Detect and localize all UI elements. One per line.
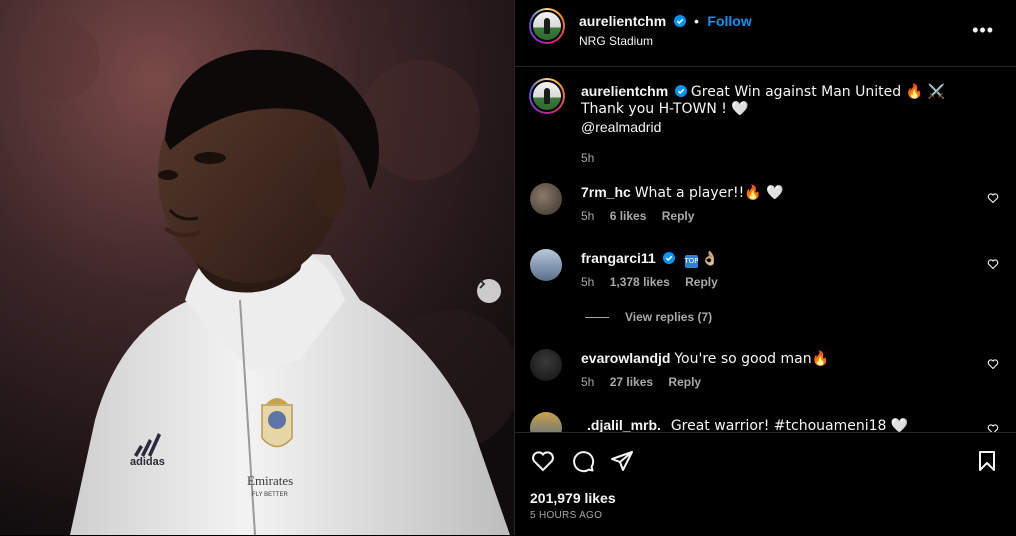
comment-item: evarowlandjd You're so good man🔥 5h 27 l… bbox=[515, 345, 1016, 395]
next-image-button[interactable] bbox=[477, 279, 501, 303]
comment-username[interactable]: 7rm_hc bbox=[581, 184, 631, 200]
comment-likes[interactable]: 6 likes bbox=[610, 209, 647, 223]
comment-text: Great warrior! #tchouameni18 🤍 bbox=[670, 418, 909, 432]
post-header: aurelientchm • Follow NRG Stadium ••• bbox=[515, 0, 1016, 67]
caption-time: 5h bbox=[581, 151, 595, 165]
post-photo: adidas Emirates FLY BETTER bbox=[0, 0, 514, 535]
comment-time: 5h bbox=[581, 375, 595, 389]
author-avatar[interactable] bbox=[529, 8, 565, 44]
like-heart-icon[interactable] bbox=[531, 449, 555, 473]
reply-button[interactable]: Reply bbox=[662, 209, 695, 223]
comment-text: What a player!!🔥 🤍 bbox=[634, 185, 784, 201]
player-photo-illustration: adidas Emirates FLY BETTER bbox=[0, 0, 514, 535]
comment-likes[interactable]: 1,378 likes bbox=[610, 275, 670, 289]
post-sidebar: aurelientchm • Follow NRG Stadium ••• au… bbox=[514, 0, 1016, 535]
like-comment-heart-icon[interactable] bbox=[987, 358, 999, 370]
likes-count[interactable]: 201,979 likes bbox=[530, 490, 616, 506]
share-paper-plane-icon[interactable] bbox=[610, 449, 634, 473]
post-actions: 201,979 likes 5 HOURS AGO bbox=[515, 432, 1016, 536]
author-username[interactable]: aurelientchm bbox=[579, 13, 666, 29]
comment-item: 7rm_hc What a player!!🔥 🤍 5h 6 likes Rep… bbox=[515, 179, 1016, 229]
like-comment-heart-icon[interactable] bbox=[987, 423, 999, 432]
caption-username[interactable]: aurelientchm bbox=[581, 83, 668, 99]
caption-line-2: Thank you H-TOWN ! 🤍 bbox=[581, 101, 749, 117]
commenter-avatar[interactable] bbox=[530, 249, 562, 281]
comment-item: frangarci11 TOP 👌🏼 5h 1,378 likes Reply bbox=[515, 245, 1016, 295]
commenter-avatar[interactable] bbox=[530, 412, 562, 432]
comment-username[interactable]: frangarci11 bbox=[581, 250, 656, 266]
view-replies-button[interactable]: View replies (7) bbox=[585, 310, 712, 324]
svg-text:Emirates: Emirates bbox=[247, 473, 293, 488]
save-bookmark-icon[interactable] bbox=[975, 449, 999, 473]
caption-avatar[interactable] bbox=[529, 78, 565, 114]
comments-list[interactable]: aurelientchm Great Win against Man Unite… bbox=[515, 66, 1016, 432]
svg-text:adidas: adidas bbox=[130, 456, 165, 468]
comment-bubble-icon[interactable] bbox=[571, 449, 595, 473]
caption-line-1: Great Win against Man United 🔥 ⚔️ bbox=[690, 84, 945, 100]
more-options-icon[interactable]: ••• bbox=[972, 20, 994, 41]
comment-time: 5h bbox=[581, 209, 595, 223]
comment-time: 5h bbox=[581, 275, 595, 289]
commenter-avatar[interactable] bbox=[530, 183, 562, 215]
top-emoji-badge: TOP bbox=[684, 255, 699, 268]
caption-mention[interactable]: @realmadrid bbox=[581, 118, 661, 136]
comment-username[interactable]: .djalil_mrb. bbox=[587, 417, 661, 432]
comment-item: .djalil_mrb. Great warrior! #tchouameni1… bbox=[515, 412, 1016, 432]
verified-badge-icon bbox=[673, 15, 686, 27]
like-comment-heart-icon[interactable] bbox=[987, 258, 999, 270]
svg-text:FLY BETTER: FLY BETTER bbox=[252, 492, 288, 498]
reply-button[interactable]: Reply bbox=[685, 275, 718, 289]
post-timestamp: 5 HOURS AGO bbox=[530, 510, 603, 521]
verified-badge-icon bbox=[662, 252, 675, 264]
location-link[interactable]: NRG Stadium bbox=[579, 34, 653, 48]
like-comment-heart-icon[interactable] bbox=[987, 192, 999, 204]
reply-button[interactable]: Reply bbox=[668, 375, 701, 389]
replies-divider bbox=[585, 317, 609, 319]
verified-badge-icon bbox=[675, 85, 688, 97]
comment-username[interactable]: evarowlandjd bbox=[581, 350, 670, 366]
chevron-right-icon bbox=[479, 279, 486, 289]
caption: aurelientchm Great Win against Man Unite… bbox=[515, 78, 1016, 165]
commenter-avatar[interactable] bbox=[530, 349, 562, 381]
view-replies-label: View replies (7) bbox=[625, 310, 713, 324]
separator-dot: • bbox=[694, 13, 699, 29]
comment-text: You're so good man🔥 bbox=[674, 351, 830, 367]
follow-button[interactable]: Follow bbox=[707, 13, 751, 29]
comment-text: 👌🏼 bbox=[701, 251, 719, 267]
comment-likes[interactable]: 27 likes bbox=[610, 375, 653, 389]
